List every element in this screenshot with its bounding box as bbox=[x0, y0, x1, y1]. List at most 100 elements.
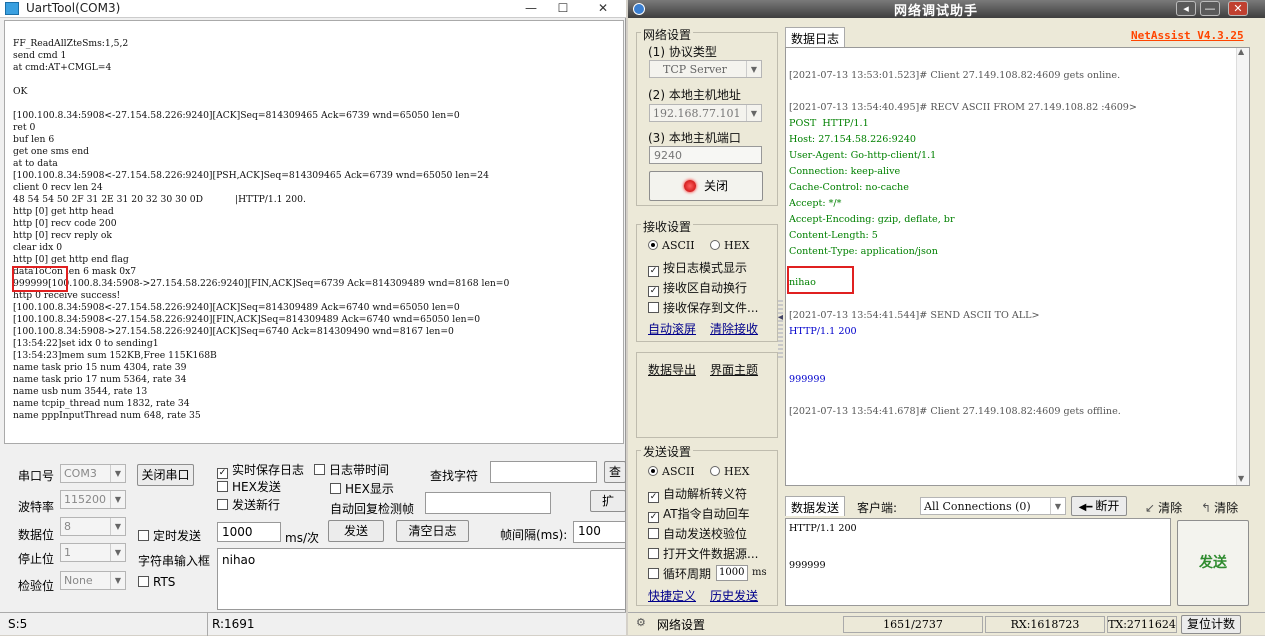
open-file-source-label: 打开文件数据源... bbox=[663, 547, 759, 561]
recv-hex-radio[interactable]: HEX bbox=[710, 239, 749, 252]
minimize-button[interactable]: — bbox=[518, 0, 544, 16]
send-newline-checkbox[interactable]: 发送新行 bbox=[217, 496, 280, 513]
send-text-line1: HTTP/1.1 200 bbox=[789, 523, 857, 534]
tab-data-send[interactable]: 数据发送 bbox=[785, 496, 846, 516]
net-titlebar: 网络调试助手 ◂ — ✕ bbox=[628, 0, 1265, 19]
receive-scrollbar[interactable] bbox=[1236, 48, 1249, 485]
clear-history-button[interactable]: ↰ 清除 bbox=[1201, 499, 1238, 516]
parity-label: 检验位 bbox=[18, 579, 55, 593]
close-button[interactable]: ✕ bbox=[590, 0, 616, 16]
auto-reply-label: 自动回复检测帧 bbox=[330, 502, 415, 516]
port-input[interactable]: 9240 bbox=[649, 146, 762, 164]
host-label: (2) 本地主机地址 bbox=[648, 88, 741, 102]
send-ascii-radio[interactable]: ASCII bbox=[648, 465, 695, 478]
send-input[interactable]: HTTP/1.1 200 999999 bbox=[785, 518, 1171, 606]
clear-send-button[interactable]: ↙ 清除 bbox=[1145, 499, 1182, 516]
auto-wrap-checkbox[interactable]: ✓ 接收区自动换行 bbox=[648, 279, 747, 297]
history-link[interactable]: 历史发送 bbox=[710, 587, 758, 604]
host-select[interactable]: 192.168.77.101 ▼ bbox=[649, 104, 762, 122]
ui-theme-link[interactable]: 界面主题 bbox=[710, 361, 758, 378]
rts-checkbox[interactable]: RTS bbox=[138, 575, 175, 589]
find-button[interactable]: 查 bbox=[604, 461, 626, 483]
parse-escape-checkbox[interactable]: ✓ 自动解析转义符 bbox=[648, 485, 747, 503]
send-hex-label: HEX bbox=[724, 465, 750, 478]
log-line: name pppInputThread num 648, rate 35 bbox=[13, 410, 201, 421]
recv-ascii-label: ASCII bbox=[662, 239, 695, 252]
send-settings-title: 发送设置 bbox=[641, 443, 694, 460]
disconnect-button[interactable]: ◀━ 断开 bbox=[1071, 496, 1127, 516]
log-time-checkbox[interactable]: 日志带时间 bbox=[314, 461, 389, 478]
open-file-source-checkbox[interactable]: 打开文件数据源... bbox=[648, 545, 758, 562]
status-rx: RX:1618723 bbox=[985, 616, 1105, 633]
check-icon: ✓ bbox=[648, 512, 659, 523]
uart-status-bar: S:5 R:1691 bbox=[0, 612, 626, 636]
expand-button[interactable]: 扩 bbox=[590, 490, 626, 512]
close-button[interactable]: ✕ bbox=[1228, 1, 1248, 16]
version-link[interactable]: NetAssist V4.3.25 bbox=[1131, 29, 1244, 42]
data-bits-select[interactable]: 8 ▼ bbox=[60, 517, 126, 536]
log-line: [100.100.8.34:5908<-27.154.58.226:9240][… bbox=[13, 110, 460, 121]
at-auto-enter-checkbox[interactable]: ✓ AT指令自动回车 bbox=[648, 505, 750, 523]
port-select[interactable]: COM3 ▼ bbox=[60, 464, 126, 483]
collapse-arrow-icon[interactable]: ◂ bbox=[778, 312, 783, 323]
find-label: 查找字符 bbox=[430, 469, 479, 483]
realtime-save-checkbox[interactable]: ✓ 实时保存日志 bbox=[217, 461, 304, 479]
log-mode-checkbox[interactable]: ✓ 按日志模式显示 bbox=[648, 259, 747, 277]
uarttool-window: UartTool(COM3) — ☐ ✕ FF_ReadAllZteSms:1,… bbox=[0, 0, 626, 636]
panel-splitter[interactable] bbox=[778, 300, 783, 360]
protocol-select[interactable]: TCP Server ▼ bbox=[649, 60, 762, 78]
timed-send-checkbox[interactable]: 定时发送 bbox=[138, 527, 201, 544]
clear-receive-link[interactable]: 清除接收 bbox=[710, 320, 758, 337]
serial-log[interactable]: FF_ReadAllZteSms:1,5,2 send cmd 1 at cmd:A… bbox=[4, 20, 624, 444]
baud-select[interactable]: 115200 ▼ bbox=[60, 490, 126, 509]
auto-scroll-link[interactable]: 自动滚屏 bbox=[648, 320, 696, 337]
send-button[interactable]: 发送 bbox=[1177, 520, 1249, 606]
log-line: [100.100.8.34:5908->27.154.58.226:9240][… bbox=[13, 326, 454, 337]
stop-bits-select[interactable]: 1 ▼ bbox=[60, 543, 126, 562]
find-input[interactable] bbox=[490, 461, 597, 483]
close-connection-button[interactable]: 关闭 bbox=[649, 171, 763, 201]
send-hex-radio[interactable]: HEX bbox=[710, 465, 749, 478]
shortcut-link[interactable]: 快捷定义 bbox=[648, 587, 696, 604]
settings-gear-icon[interactable]: ⚙ bbox=[636, 616, 646, 629]
protocol-label: (1) 协议类型 bbox=[648, 45, 717, 59]
hex-send-checkbox[interactable]: HEX发送 bbox=[217, 478, 281, 495]
timer-input[interactable]: 1000 bbox=[217, 522, 281, 542]
stop-bits-value: 1 bbox=[64, 546, 71, 559]
recv-ascii-radio[interactable]: ASCII bbox=[648, 239, 695, 252]
receive-log[interactable]: [2021-07-13 13:53:01.523]# Client 27.149… bbox=[785, 47, 1250, 486]
data-bits-label: 数据位 bbox=[18, 528, 55, 542]
auto-checksum-checkbox[interactable]: 自动发送校验位 bbox=[648, 525, 747, 542]
log-line: 999999[100.100.8.34:5908->27.154.58.226:… bbox=[13, 278, 510, 289]
cycle-input[interactable]: 1000 bbox=[716, 565, 748, 581]
scroll-down-icon[interactable]: ▼ bbox=[1238, 474, 1244, 483]
log-line: http [0] recv reply ok bbox=[13, 230, 112, 241]
string-input[interactable]: nihao bbox=[217, 548, 626, 610]
receive-log-line: User-Agent: Go-http-client/1.1 bbox=[789, 150, 937, 161]
baud-value: 115200 bbox=[64, 493, 106, 506]
frame-interval-input[interactable]: 100 bbox=[573, 521, 626, 543]
send-button[interactable]: 发送 bbox=[328, 520, 384, 542]
minimize-button[interactable]: — bbox=[1200, 1, 1220, 16]
status-tx: TX:2711624 bbox=[1107, 616, 1177, 633]
at-auto-enter-label: AT指令自动回车 bbox=[663, 507, 750, 521]
close-port-button[interactable]: 关闭串口 bbox=[137, 464, 194, 486]
hex-display-checkbox[interactable]: HEX显示 bbox=[330, 480, 394, 497]
restore-button[interactable]: ◂ bbox=[1176, 1, 1196, 16]
disconnect-label: 断开 bbox=[1095, 499, 1120, 513]
clear-log-button[interactable]: 清空日志 bbox=[396, 520, 469, 542]
client-select[interactable]: All Connections (0) ▼ bbox=[920, 497, 1066, 515]
cycle-checkbox[interactable]: 循环周期 bbox=[648, 565, 711, 582]
tab-data-log[interactable]: 数据日志 bbox=[785, 27, 846, 47]
auto-reply-input[interactable] bbox=[425, 492, 551, 514]
data-export-link[interactable]: 数据导出 bbox=[648, 361, 696, 378]
parity-select[interactable]: None ▼ bbox=[60, 571, 126, 590]
reset-count-button[interactable]: 复位计数 bbox=[1181, 615, 1241, 634]
save-to-file-checkbox[interactable]: 接收保存到文件... bbox=[648, 299, 758, 316]
log-line: name tcpip_thread num 1832, rate 34 bbox=[13, 398, 190, 409]
stop-bits-label: 停止位 bbox=[18, 552, 55, 566]
log-line: get one sms end bbox=[13, 146, 90, 157]
scroll-up-icon[interactable]: ▲ bbox=[1238, 47, 1244, 56]
received-count: R:1691 bbox=[212, 617, 255, 631]
maximize-button[interactable]: ☐ bbox=[550, 0, 576, 16]
